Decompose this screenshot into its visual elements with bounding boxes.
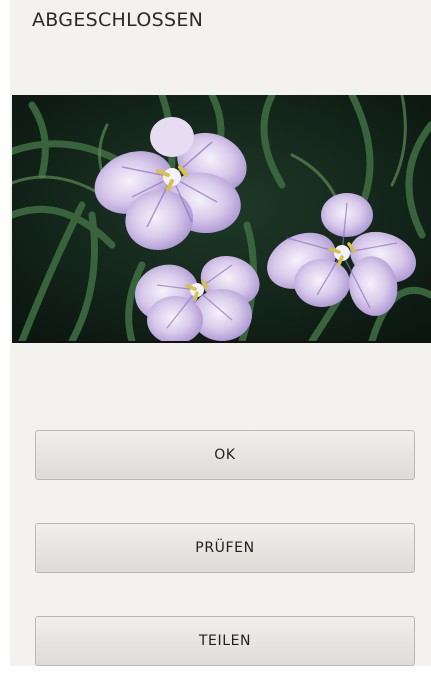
- preview-photo: [12, 95, 431, 343]
- screen-title: ABGESCHLOSSEN: [32, 9, 204, 31]
- share-button[interactable]: TEILEN: [35, 616, 415, 666]
- screen: ABGESCHLOSSEN OK PRÜFEN TEILEN: [10, 0, 431, 666]
- ok-button[interactable]: OK: [35, 430, 415, 480]
- check-button[interactable]: PRÜFEN: [35, 523, 415, 573]
- iris-flowers-image: [12, 95, 431, 341]
